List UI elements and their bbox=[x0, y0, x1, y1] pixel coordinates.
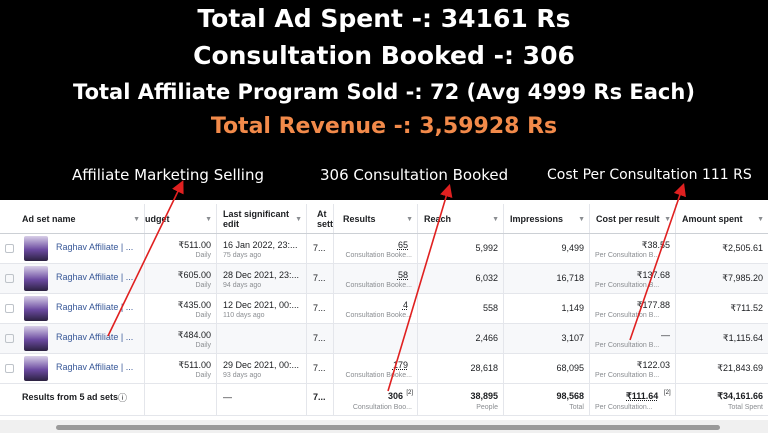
impressions-value: 68,095 bbox=[556, 363, 584, 373]
scrollbar-thumb[interactable] bbox=[56, 425, 720, 430]
budget-value: ₹511.00 bbox=[178, 240, 211, 250]
table-row[interactable]: Raghav Affiliate | ... ₹484.00 Daily 7... 2,… bbox=[0, 324, 768, 354]
reach-value: 558 bbox=[482, 303, 498, 313]
row-checkbox[interactable] bbox=[5, 364, 14, 373]
ad-thumbnail bbox=[24, 326, 48, 351]
sort-icon: ▼ bbox=[578, 216, 585, 223]
row-checkbox[interactable] bbox=[5, 304, 14, 313]
totals-cost-per-result: ₹111.64 bbox=[626, 391, 659, 401]
impressions-value: 16,718 bbox=[556, 273, 584, 283]
totals-label: Results from 5 ad sets bbox=[22, 392, 119, 402]
ad-thumbnail bbox=[24, 296, 48, 321]
budget-value: ₹605.00 bbox=[177, 270, 211, 280]
ad-thumbnail bbox=[24, 356, 48, 381]
last-edit-value: 28 Dec 2021, 23:... bbox=[223, 270, 300, 280]
sort-icon: ▼ bbox=[406, 216, 413, 223]
totals-results: 306 bbox=[387, 391, 403, 401]
ad-thumbnail bbox=[24, 266, 48, 291]
ad-set-name-link[interactable]: Raghav Affiliate | ... bbox=[56, 272, 133, 282]
results-value[interactable]: 179 bbox=[393, 360, 408, 370]
callout-cost-per-consultation: Cost Per Consultation 111 RS bbox=[547, 167, 752, 183]
amount-spent-value: ₹2,505.61 bbox=[722, 243, 763, 253]
ad-set-name-link[interactable]: Raghav Affiliate | ... bbox=[56, 332, 133, 342]
info-icon[interactable]: ⓘ bbox=[118, 391, 127, 404]
cost-per-result-value: ₹38.55 bbox=[641, 240, 670, 250]
amount-spent-value: ₹1,115.64 bbox=[722, 333, 763, 343]
table-row[interactable]: Raghav Affiliate | ... ₹605.00 Daily 28 Dec… bbox=[0, 264, 768, 294]
amount-spent-value: ₹711.52 bbox=[730, 303, 763, 313]
headline-affiliate: Total Affiliate Program Sold -: 72 (Avg … bbox=[73, 80, 695, 104]
row-checkbox[interactable] bbox=[5, 244, 14, 253]
budget-value: ₹511.00 bbox=[178, 360, 211, 370]
totals-amount-spent: ₹34,161.66 bbox=[717, 391, 763, 401]
impressions-value: 1,149 bbox=[561, 303, 584, 313]
results-value[interactable]: 65 bbox=[398, 240, 408, 250]
headline-ad-spent: Total Ad Spent -: 34161 Rs bbox=[197, 4, 571, 33]
totals-impressions: 98,568 bbox=[556, 391, 584, 401]
ad-sets-table: Ad set name ▼ udget ▼ Last significant e… bbox=[0, 204, 768, 416]
headline-revenue: Total Revenue -: 3,59928 Rs bbox=[210, 114, 558, 139]
results-value[interactable]: 4 bbox=[403, 300, 408, 310]
reach-value: 2,466 bbox=[475, 333, 498, 343]
last-edit-value: 12 Dec 2021, 00:... bbox=[223, 300, 300, 310]
results-value[interactable]: 58 bbox=[398, 270, 408, 280]
last-edit-value: 16 Jan 2022, 23:... bbox=[223, 240, 298, 250]
sort-icon: ▼ bbox=[133, 216, 140, 223]
col-budget[interactable]: udget ▼ bbox=[145, 204, 217, 233]
cost-per-result-value: ₹122.03 bbox=[636, 360, 670, 370]
reach-value: 6,032 bbox=[475, 273, 498, 283]
budget-value: ₹484.00 bbox=[177, 330, 211, 340]
last-edit-value: 29 Dec 2021, 00:... bbox=[223, 360, 300, 370]
impressions-value: 9,499 bbox=[561, 243, 584, 253]
sort-icon: ▼ bbox=[492, 216, 499, 223]
col-amount-spent[interactable]: Amount spent ▼ bbox=[676, 204, 768, 233]
col-cost-per-result[interactable]: Cost per result ▼ bbox=[590, 204, 676, 233]
amount-spent-value: ₹7,985.20 bbox=[722, 273, 763, 283]
ad-thumbnail bbox=[24, 236, 48, 261]
totals-reach: 38,895 bbox=[470, 391, 498, 401]
row-checkbox[interactable] bbox=[5, 334, 14, 343]
horizontal-scrollbar[interactable] bbox=[0, 420, 768, 433]
cost-per-result-value: ₹177.88 bbox=[636, 300, 670, 310]
totals-row: Results from 5 ad sets ⓘ — 7... 306 [2] … bbox=[0, 384, 768, 416]
callout-consultation-booked: 306 Consultation Booked bbox=[320, 166, 509, 184]
cost-per-result-value: — bbox=[661, 330, 670, 340]
col-last-edit[interactable]: Last significant edit ▼ bbox=[217, 204, 307, 233]
budget-value: ₹435.00 bbox=[177, 300, 211, 310]
col-reach[interactable]: Reach ▼ bbox=[418, 204, 504, 233]
col-attribution[interactable]: At sett bbox=[307, 204, 334, 233]
callout-affiliate-selling: Affiliate Marketing Selling bbox=[72, 166, 264, 184]
table-row[interactable]: Raghav Affiliate | ... ₹435.00 Daily 12 Dec… bbox=[0, 294, 768, 324]
ad-set-name-link[interactable]: Raghav Affiliate | ... bbox=[56, 302, 133, 312]
col-impressions[interactable]: Impressions ▼ bbox=[504, 204, 590, 233]
ad-set-name-link[interactable]: Raghav Affiliate | ... bbox=[56, 362, 133, 372]
sort-icon: ▼ bbox=[295, 216, 302, 223]
table-row[interactable]: Raghav Affiliate | ... ₹511.00 Daily 29 Dec… bbox=[0, 354, 768, 384]
reach-value: 5,992 bbox=[475, 243, 498, 253]
table-row[interactable]: Raghav Affiliate | ... ₹511.00 Daily 16 Jan… bbox=[0, 234, 768, 264]
sort-icon: ▼ bbox=[205, 216, 212, 223]
row-checkbox[interactable] bbox=[5, 274, 14, 283]
sort-icon: ▼ bbox=[757, 216, 764, 223]
cost-per-result-value: ₹137.68 bbox=[636, 270, 670, 280]
ad-set-name-link[interactable]: Raghav Affiliate | ... bbox=[56, 242, 133, 252]
table-header: Ad set name ▼ udget ▼ Last significant e… bbox=[0, 204, 768, 234]
col-results[interactable]: Results ▼ bbox=[334, 204, 418, 233]
sort-icon: ▼ bbox=[664, 216, 671, 223]
impressions-value: 3,107 bbox=[561, 333, 584, 343]
reach-value: 28,618 bbox=[470, 363, 498, 373]
amount-spent-value: ₹21,843.69 bbox=[717, 363, 763, 373]
col-ad-set-name[interactable]: Ad set name ▼ bbox=[0, 204, 145, 233]
headline-consultation: Consultation Booked -: 306 bbox=[193, 41, 575, 70]
